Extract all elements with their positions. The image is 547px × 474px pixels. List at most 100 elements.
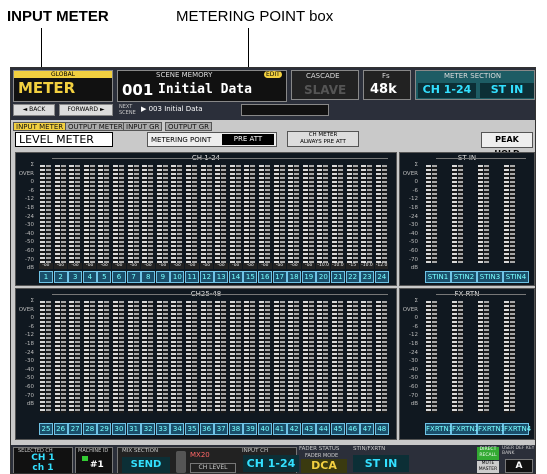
input-ch-value[interactable]: CH 1-24 bbox=[243, 455, 299, 472]
channel-number[interactable]: 35 bbox=[185, 423, 199, 435]
channel-number[interactable]: FXRTN4 bbox=[503, 423, 531, 435]
channel-meter-b bbox=[89, 165, 95, 263]
channel-meter-b bbox=[148, 165, 154, 263]
channel-number[interactable]: 39 bbox=[243, 423, 258, 435]
ch1-24-panel: CH 1-24 Σ OVER 0 -6 -12 -18 -24 -30 -40 -50 -60 -70 d… bbox=[15, 152, 397, 286]
channel-number[interactable]: 34 bbox=[170, 423, 185, 435]
ch-meter-btn-line1: CH METER bbox=[308, 132, 338, 138]
mx-label: MX20 bbox=[190, 451, 210, 459]
scale-label: 0 bbox=[30, 315, 35, 322]
metering-point-box[interactable]: METERING POINT PRE ATT bbox=[147, 132, 277, 147]
channel-number[interactable]: 6 bbox=[112, 271, 126, 283]
user-def-value[interactable]: A bbox=[505, 459, 533, 473]
channel-number[interactable]: FXRTN3 bbox=[477, 423, 505, 435]
scale-label: Σ bbox=[414, 298, 418, 304]
channel-number[interactable]: 8 bbox=[141, 271, 156, 283]
channel-number[interactable]: 46 bbox=[345, 423, 360, 435]
knob-icon[interactable] bbox=[176, 451, 186, 473]
tab-output-gr[interactable]: OUTPUT GR bbox=[165, 122, 213, 131]
channel-number[interactable]: 1 bbox=[39, 271, 53, 283]
channel-number[interactable]: 15 bbox=[243, 271, 258, 283]
channel-number[interactable]: 31 bbox=[126, 423, 141, 435]
channel-number[interactable]: 28 bbox=[82, 423, 97, 435]
channel-number[interactable]: 27 bbox=[68, 423, 83, 435]
channel-number[interactable]: 38 bbox=[228, 423, 243, 435]
user-def-label: USER DEF KEY BANK bbox=[502, 446, 535, 456]
channel-number[interactable]: 7 bbox=[126, 271, 141, 283]
channel-number[interactable]: 21 bbox=[331, 271, 345, 283]
channel-number[interactable]: 25 bbox=[39, 423, 53, 435]
channel-number[interactable]: STIN4 bbox=[503, 271, 529, 283]
channel-number[interactable]: 4 bbox=[82, 271, 97, 283]
channel-number[interactable]: 14 bbox=[228, 271, 243, 283]
ch-meter-btn-line2: ALWAYS PRE ATT bbox=[300, 139, 346, 145]
meter-section-b[interactable]: ST IN bbox=[480, 83, 534, 98]
channel-number[interactable]: 19 bbox=[301, 271, 316, 283]
fader-status-label: FADER STATUS bbox=[299, 446, 340, 452]
channel-number[interactable]: 26 bbox=[53, 423, 68, 435]
channel-number[interactable]: 5 bbox=[97, 271, 112, 283]
channel-number[interactable]: 11 bbox=[185, 271, 199, 283]
scene-memory-box[interactable]: SCENE MEMORY EDIT 001 Initial Data bbox=[117, 70, 287, 102]
channel-number[interactable]: 13 bbox=[214, 271, 229, 283]
tab-input-meter[interactable]: INPUT METER bbox=[13, 122, 67, 131]
channel-number[interactable]: 22 bbox=[345, 271, 360, 283]
scale-label: -12 bbox=[409, 332, 418, 339]
back-button[interactable]: ◄ BACK bbox=[13, 104, 55, 116]
peak-hold-button[interactable]: PEAK HOLD bbox=[481, 132, 533, 158]
channel-number[interactable]: 40 bbox=[258, 423, 272, 435]
channel-number[interactable]: 29 bbox=[97, 423, 112, 435]
channel-number[interactable]: 23 bbox=[360, 271, 375, 283]
tab-input-gr[interactable]: INPUT GR bbox=[123, 122, 163, 131]
peak-value: -oo bbox=[126, 263, 141, 269]
channel-meter-b bbox=[89, 301, 95, 413]
channel-meter-b bbox=[221, 165, 227, 263]
channel-meter-b bbox=[458, 165, 463, 263]
channel-number[interactable]: STIN3 bbox=[477, 271, 503, 283]
scale-label: -30 bbox=[25, 358, 34, 365]
channel-meter-b bbox=[484, 301, 489, 413]
channel-meter-b bbox=[338, 301, 343, 413]
mute-master-button[interactable]: MUTE MASTER bbox=[477, 461, 499, 473]
channel-number[interactable]: 36 bbox=[199, 423, 214, 435]
channel-number[interactable]: 37 bbox=[214, 423, 229, 435]
direct-recall-button[interactable]: DIRECT RECALL bbox=[477, 447, 499, 460]
ch-meter-always-pre-att-button[interactable]: CH METER ALWAYS PRE ATT bbox=[287, 131, 359, 147]
channel-number[interactable]: 18 bbox=[287, 271, 302, 283]
channel-number[interactable]: 9 bbox=[155, 271, 170, 283]
channel-number[interactable]: 41 bbox=[272, 423, 287, 435]
channel-number[interactable]: 43 bbox=[301, 423, 316, 435]
channel-number[interactable]: 24 bbox=[374, 271, 389, 283]
channel-number[interactable]: 17 bbox=[272, 271, 287, 283]
channel-number[interactable]: 2 bbox=[53, 271, 68, 283]
channel-number[interactable]: FXRTN1 bbox=[425, 423, 453, 435]
channel-number[interactable]: 33 bbox=[155, 423, 170, 435]
channel-number[interactable]: 10 bbox=[170, 271, 185, 283]
meter-section-a[interactable]: CH 1-24 bbox=[418, 83, 476, 98]
channel-number[interactable]: 47 bbox=[360, 423, 375, 435]
channel-number[interactable]: 48 bbox=[374, 423, 389, 435]
channel-number[interactable]: 20 bbox=[316, 271, 331, 283]
forward-button[interactable]: FORWARD ► bbox=[59, 104, 113, 116]
p2-scale: Σ OVER 0 -6 -12 -18 -24 -30 -40 -50 -60 -70 dB bbox=[402, 161, 418, 273]
scale-label: 0 bbox=[414, 315, 419, 322]
tab-output-meter[interactable]: OUTPUT METER bbox=[65, 122, 126, 131]
channel-number[interactable]: 44 bbox=[316, 423, 331, 435]
global-label: GLOBAL bbox=[14, 71, 112, 78]
channel-number[interactable]: STIN1 bbox=[425, 271, 451, 283]
channel-number[interactable]: 45 bbox=[331, 423, 345, 435]
peak-value: -oo bbox=[97, 263, 111, 269]
peak-value: -15 bbox=[345, 263, 360, 269]
channel-number[interactable]: 3 bbox=[68, 271, 83, 283]
metering-point-value[interactable]: PRE ATT bbox=[222, 134, 274, 145]
channel-meter-b bbox=[133, 165, 139, 263]
channel-number[interactable]: 30 bbox=[112, 423, 126, 435]
channel-number[interactable]: 16 bbox=[258, 271, 272, 283]
channel-number[interactable]: 32 bbox=[141, 423, 156, 435]
channel-number[interactable]: 12 bbox=[199, 271, 214, 283]
channel-number[interactable]: 42 bbox=[287, 423, 302, 435]
channel-number[interactable]: STIN2 bbox=[451, 271, 477, 283]
channel-meter-b bbox=[323, 301, 329, 413]
channel-number[interactable]: FXRTN2 bbox=[451, 423, 479, 435]
stin-value[interactable]: ST IN bbox=[353, 455, 409, 472]
